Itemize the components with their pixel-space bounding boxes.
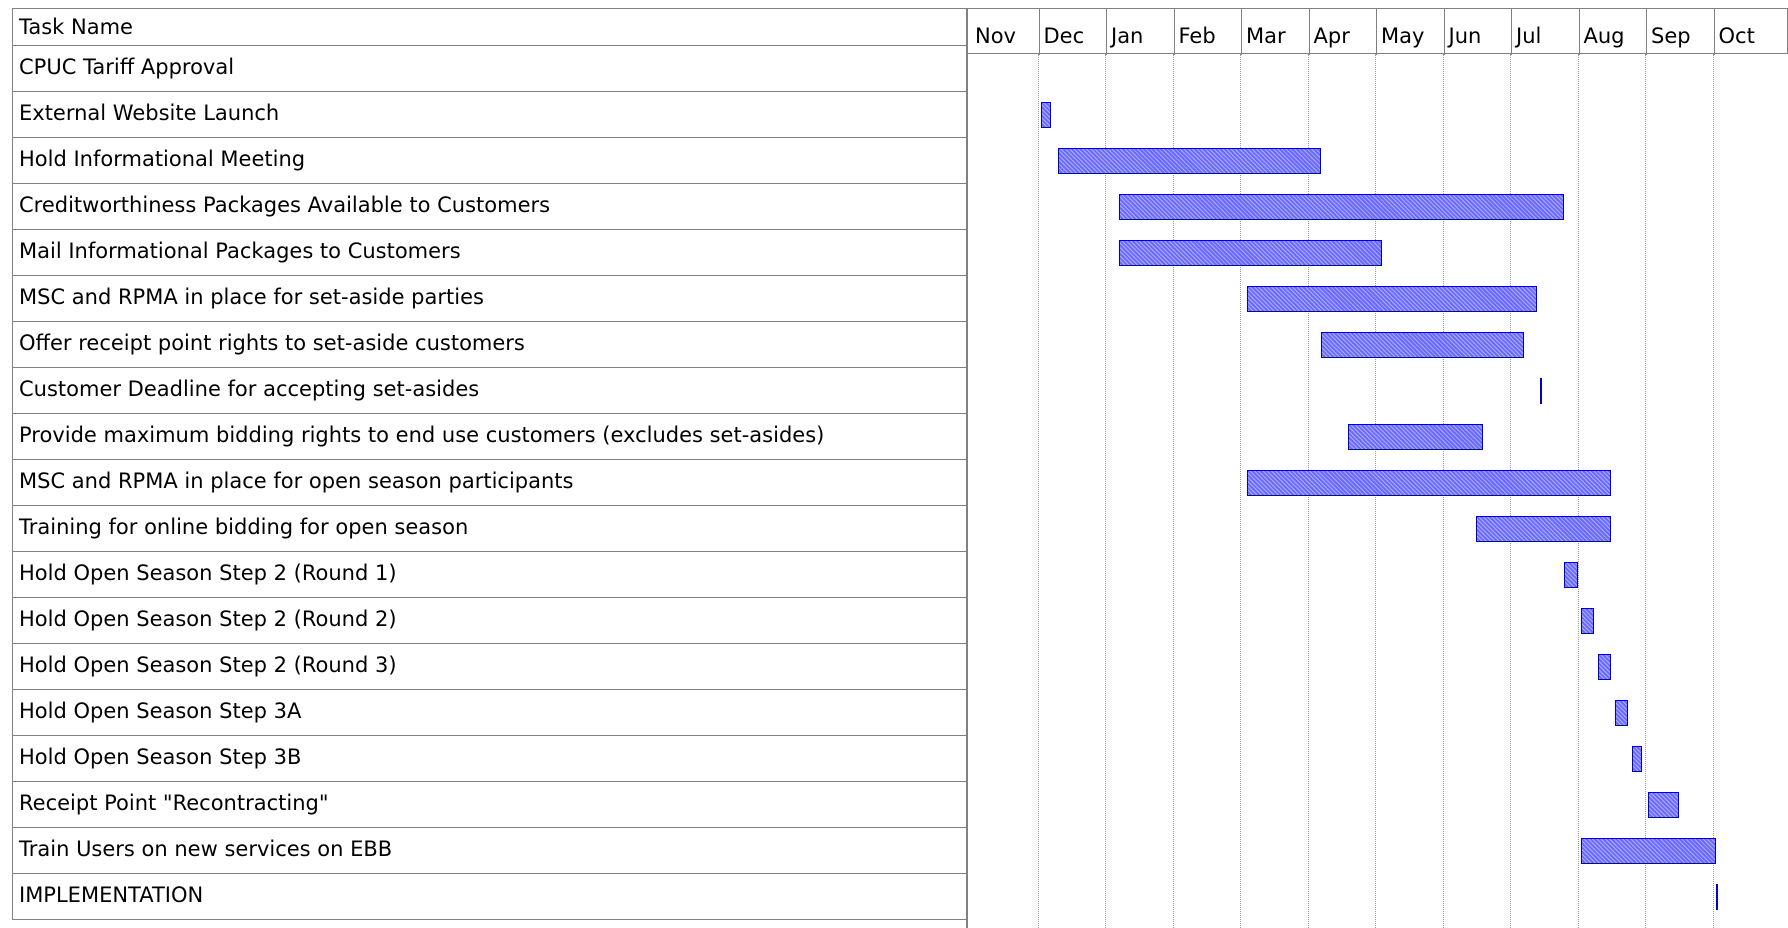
task-row[interactable]: Hold Open Season Step 2 (Round 2) bbox=[12, 598, 966, 644]
task-bar[interactable] bbox=[1648, 792, 1679, 818]
task-bar[interactable] bbox=[1246, 286, 1537, 312]
task-bar[interactable] bbox=[1631, 746, 1642, 772]
task-name: Offer receipt point rights to set-aside … bbox=[19, 331, 525, 355]
timeline: Nov Dec Jan Feb Mar Apr May Jun Jul Aug Sep Oct bbox=[966, 0, 1788, 928]
task-bar[interactable] bbox=[1321, 332, 1524, 358]
task-name: CPUC Tariff Approval bbox=[19, 55, 235, 79]
task-name: Hold Open Season Step 2 (Round 1) bbox=[19, 561, 397, 585]
task-bar[interactable] bbox=[1246, 470, 1612, 496]
month-header-nov: Nov bbox=[971, 9, 1039, 55]
month-header-jun: Jun bbox=[1443, 9, 1512, 55]
month-grid-line bbox=[1240, 54, 1241, 928]
task-name: Receipt Point "Recontracting" bbox=[19, 791, 329, 815]
month-header-jan: Jan bbox=[1106, 9, 1174, 55]
month-header-sep: Sep bbox=[1646, 9, 1714, 55]
task-row[interactable]: MSC and RPMA in place for set-aside part… bbox=[12, 276, 966, 322]
month-header-may: May bbox=[1376, 9, 1444, 55]
task-row[interactable]: Customer Deadline for accepting set-asid… bbox=[12, 368, 966, 414]
month-label: Apr bbox=[1313, 24, 1350, 48]
month-label: Sep bbox=[1651, 24, 1691, 48]
task-bar[interactable] bbox=[1614, 700, 1629, 726]
task-name: External Website Launch bbox=[19, 101, 280, 125]
task-bar[interactable] bbox=[1476, 516, 1612, 542]
task-bar[interactable] bbox=[1118, 194, 1564, 220]
task-row[interactable]: Hold Open Season Step 3A bbox=[12, 690, 966, 736]
task-row[interactable]: Receipt Point "Recontracting" bbox=[12, 782, 966, 828]
task-name: IMPLEMENTATION bbox=[19, 883, 204, 907]
task-row[interactable]: IMPLEMENTATION bbox=[12, 874, 966, 920]
table-divider bbox=[966, 8, 968, 928]
task-bar[interactable] bbox=[1580, 608, 1595, 634]
task-name: Provide maximum bidding rights to end us… bbox=[19, 423, 825, 447]
task-name-header: Task Name bbox=[12, 8, 966, 46]
month-header-mar: Mar bbox=[1241, 9, 1309, 55]
gantt-chart: Task Name CPUC Tariff Approval External W… bbox=[0, 0, 1788, 928]
month-label: Dec bbox=[1043, 24, 1085, 48]
task-row[interactable]: External Website Launch bbox=[12, 92, 966, 138]
month-grid-line bbox=[1712, 54, 1714, 928]
task-name: Creditworthiness Packages Available to C… bbox=[19, 193, 551, 217]
month-label: Aug bbox=[1583, 24, 1625, 48]
task-bar[interactable] bbox=[1580, 838, 1716, 864]
task-bar[interactable] bbox=[1597, 654, 1612, 680]
task-row[interactable]: CPUC Tariff Approval bbox=[12, 46, 966, 92]
month-header-dec: Dec bbox=[1038, 9, 1107, 55]
month-header-apr: Apr bbox=[1308, 9, 1377, 55]
task-name: MSC and RPMA in place for open season pa… bbox=[19, 469, 574, 493]
task-name: Customer Deadline for accepting set-asid… bbox=[19, 377, 480, 401]
month-label: May bbox=[1381, 24, 1425, 48]
task-bar[interactable] bbox=[1348, 424, 1483, 450]
task-bar[interactable] bbox=[1040, 102, 1051, 128]
task-name: Hold Open Season Step 2 (Round 2) bbox=[19, 607, 397, 631]
task-row[interactable]: Hold Open Season Step 2 (Round 3) bbox=[12, 644, 966, 690]
task-row[interactable]: Hold Informational Meeting bbox=[12, 138, 966, 184]
task-row[interactable]: Provide maximum bidding rights to end us… bbox=[12, 414, 966, 460]
month-label: Nov bbox=[975, 24, 1016, 48]
task-name: Hold Informational Meeting bbox=[19, 147, 306, 171]
month-header-feb: Feb bbox=[1173, 9, 1242, 55]
task-bar[interactable] bbox=[1564, 562, 1578, 588]
task-row[interactable]: Hold Open Season Step 3B bbox=[12, 736, 966, 782]
month-grid-line bbox=[1037, 54, 1039, 928]
month-label: Feb bbox=[1178, 24, 1216, 48]
task-milestone[interactable] bbox=[1715, 884, 1718, 910]
task-row[interactable]: Train Users on new services on EBB bbox=[12, 828, 966, 874]
task-row[interactable]: Training for online bidding for open sea… bbox=[12, 506, 966, 552]
task-milestone[interactable] bbox=[1540, 378, 1543, 404]
month-grid-line bbox=[1105, 54, 1106, 928]
task-row[interactable]: Hold Open Season Step 2 (Round 1) bbox=[12, 552, 966, 598]
task-bar[interactable] bbox=[1118, 240, 1382, 266]
task-name: Train Users on new services on EBB bbox=[19, 837, 393, 861]
task-bar[interactable] bbox=[1057, 148, 1321, 174]
task-name: MSC and RPMA in place for set-aside part… bbox=[19, 285, 484, 309]
task-row[interactable]: MSC and RPMA in place for open season pa… bbox=[12, 460, 966, 506]
task-row[interactable]: Creditworthiness Packages Available to C… bbox=[12, 184, 966, 230]
timeline-header: Nov Dec Jan Feb Mar Apr May Jun Jul Aug Sep Oct bbox=[966, 8, 1788, 55]
month-header-aug: Aug bbox=[1578, 9, 1647, 55]
task-table: Task Name CPUC Tariff Approval External W… bbox=[12, 0, 966, 928]
month-header-oct: Oct bbox=[1713, 9, 1782, 55]
task-name: Hold Open Season Step 3B bbox=[19, 745, 302, 769]
month-grid-line bbox=[1172, 54, 1174, 928]
month-label: Jul bbox=[1516, 24, 1542, 48]
task-name-header-label: Task Name bbox=[19, 15, 133, 39]
task-name: Mail Informational Packages to Customers bbox=[19, 239, 461, 263]
month-label: Mar bbox=[1246, 24, 1286, 48]
task-name: Training for online bidding for open sea… bbox=[19, 515, 469, 539]
task-row[interactable]: Mail Informational Packages to Customers bbox=[12, 230, 966, 276]
month-grid-line bbox=[1645, 54, 1646, 928]
month-label: Oct bbox=[1718, 24, 1755, 48]
month-header-jul: Jul bbox=[1511, 9, 1579, 55]
task-name: Hold Open Season Step 2 (Round 3) bbox=[19, 653, 397, 677]
month-label: Jan bbox=[1111, 24, 1144, 48]
task-name: Hold Open Season Step 3A bbox=[19, 699, 302, 723]
month-label: Jun bbox=[1448, 24, 1482, 48]
task-row[interactable]: Offer receipt point rights to set-aside … bbox=[12, 322, 966, 368]
